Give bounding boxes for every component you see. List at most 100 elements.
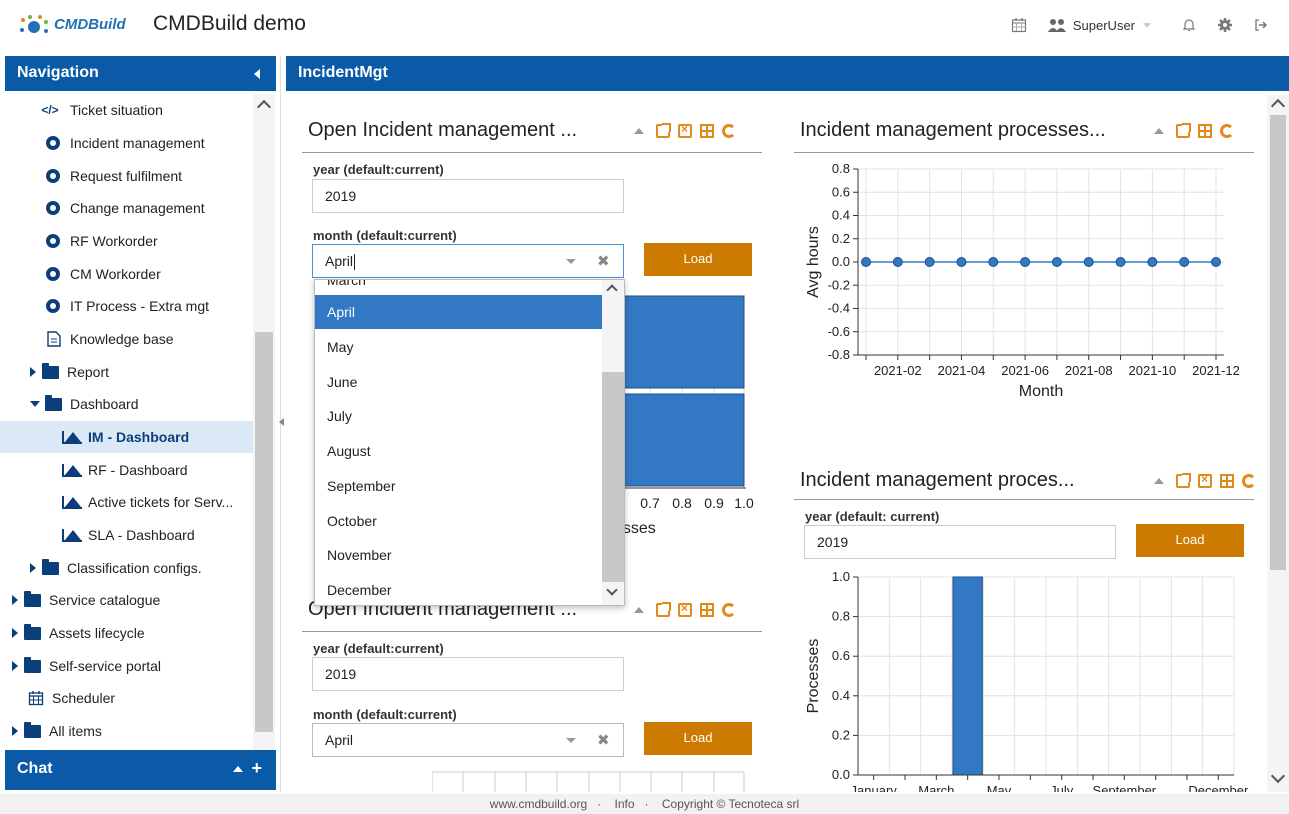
dashboard-scrollbar[interactable] <box>1267 95 1289 792</box>
open-external-icon[interactable] <box>656 602 671 617</box>
nav-item-cm-workorder[interactable]: CM Workorder <box>46 258 161 290</box>
table-view-icon[interactable] <box>700 124 714 138</box>
collapse-left-icon[interactable] <box>254 69 260 79</box>
dropdown-option[interactable]: October <box>315 504 602 538</box>
footer-info-link[interactable]: Info <box>615 797 635 811</box>
nav-item-all-items[interactable]: All items <box>12 715 102 747</box>
cmdbuild-logo[interactable]: CMDBuild <box>18 12 134 38</box>
collapse-panel-icon[interactable] <box>1154 128 1164 134</box>
expand-icon[interactable] <box>12 595 18 605</box>
scrollbar-thumb[interactable] <box>602 372 624 582</box>
dropdown-scrollbar[interactable] <box>602 280 624 605</box>
bell-icon[interactable] <box>1181 17 1197 33</box>
nav-item-classification-configs[interactable]: Classification configs. <box>30 552 202 584</box>
open-external-icon[interactable] <box>656 123 671 138</box>
folder-icon <box>24 656 41 673</box>
refresh-icon[interactable] <box>722 124 736 138</box>
table-view-icon[interactable] <box>1220 474 1234 488</box>
clear-icon[interactable]: ✖ <box>597 731 610 749</box>
month-select[interactable]: April ✖ <box>312 244 624 278</box>
nav-item-rf-dashboard[interactable]: RF - Dashboard <box>62 454 188 486</box>
calendar-icon[interactable] <box>1011 17 1027 33</box>
load-button[interactable]: Load <box>644 243 752 276</box>
scrollbar-thumb[interactable] <box>255 332 273 732</box>
expand-icon[interactable] <box>12 661 18 671</box>
nav-item-request-fulfilment[interactable]: Request fulfilment <box>46 160 182 192</box>
expand-icon[interactable] <box>30 563 36 573</box>
collapse-icon[interactable] <box>30 401 40 407</box>
dropdown-option[interactable]: June <box>315 365 602 399</box>
load-button[interactable]: Load <box>644 722 752 755</box>
gear-icon[interactable] <box>1217 17 1233 33</box>
dashboard-title: IncidentMgt <box>298 64 388 81</box>
data-point <box>1147 257 1158 267</box>
refresh-icon[interactable] <box>1242 474 1256 488</box>
nav-item-sla-dashboard[interactable]: SLA - Dashboard <box>62 519 195 551</box>
gear-icon <box>46 169 60 183</box>
footer-site-link[interactable]: www.cmdbuild.org <box>490 797 587 811</box>
splitter-collapse-icon[interactable] <box>279 418 284 426</box>
year-input[interactable]: 2019 <box>312 657 624 691</box>
open-external-icon[interactable] <box>1176 473 1191 488</box>
nav-item-change-management[interactable]: Change management <box>46 192 205 224</box>
expand-icon[interactable] <box>12 628 18 638</box>
x-tick-label: 1.0 <box>734 495 754 511</box>
table-view-icon[interactable] <box>700 603 714 617</box>
dropdown-option[interactable]: November <box>315 538 602 572</box>
collapse-panel-icon[interactable] <box>634 128 644 134</box>
nav-item-dashboard[interactable]: Dashboard <box>30 388 139 420</box>
expand-icon[interactable] <box>12 726 18 736</box>
nav-item-it-process-extra-mgt[interactable]: IT Process - Extra mgt <box>46 290 209 322</box>
chat-panel-header[interactable]: Chat + <box>5 750 276 790</box>
y-tick-label: 0.0 <box>832 767 850 782</box>
nav-item-active-tickets[interactable]: Active tickets for Serv... <box>62 486 233 518</box>
chevron-up-icon[interactable] <box>606 284 618 296</box>
scrollbar-thumb[interactable] <box>1270 115 1286 570</box>
chevron-down-icon[interactable] <box>606 584 618 596</box>
collapse-panel-icon[interactable] <box>1154 478 1164 484</box>
refresh-icon[interactable] <box>1220 124 1234 138</box>
table-view-icon[interactable] <box>1198 124 1212 138</box>
logout-icon[interactable] <box>1253 17 1269 33</box>
logo-text: CMDBuild <box>54 16 126 33</box>
export-excel-icon[interactable] <box>1198 472 1212 488</box>
dropdown-option[interactable]: May <box>315 330 602 364</box>
export-excel-icon[interactable] <box>678 601 692 617</box>
collapse-panel-icon[interactable] <box>634 607 644 613</box>
nav-item-assets-lifecycle[interactable]: Assets lifecycle <box>12 617 145 649</box>
dropdown-option[interactable]: September <box>315 469 602 503</box>
month-dropdown-list[interactable]: March April May June July August Septemb… <box>314 279 625 606</box>
nav-item-self-service-portal[interactable]: Self-service portal <box>12 650 161 682</box>
expand-icon[interactable] <box>30 367 36 377</box>
year-input[interactable]: 2019 <box>804 525 1116 559</box>
load-button[interactable]: Load <box>1136 524 1244 557</box>
chevron-down-icon[interactable] <box>1270 768 1286 784</box>
navigation-scrollbar[interactable] <box>253 94 275 784</box>
user-menu[interactable]: SuperUser <box>1047 17 1151 33</box>
nav-item-report[interactable]: Report <box>30 356 109 388</box>
open-external-icon[interactable] <box>1176 123 1191 138</box>
month-select[interactable]: April ✖ <box>312 723 624 757</box>
nav-item-im-dashboard[interactable]: IM - Dashboard <box>0 421 253 453</box>
dropdown-option-selected[interactable]: April <box>315 295 602 329</box>
dropdown-option[interactable]: July <box>315 399 602 433</box>
chevron-down-icon[interactable] <box>566 738 576 743</box>
chevron-up-icon[interactable] <box>1270 98 1286 114</box>
add-icon[interactable]: + <box>251 758 262 778</box>
chevron-up-icon[interactable] <box>256 99 272 115</box>
nav-item-service-catalogue[interactable]: Service catalogue <box>12 584 160 616</box>
chevron-down-icon[interactable] <box>566 259 576 264</box>
year-input[interactable]: 2019 <box>312 179 624 213</box>
nav-item-scheduler[interactable]: Scheduler <box>28 682 115 714</box>
dropdown-option[interactable]: August <box>315 434 602 468</box>
expand-up-icon[interactable] <box>233 766 244 773</box>
x-tick-label: December <box>1188 783 1249 792</box>
clear-icon[interactable]: ✖ <box>597 252 610 270</box>
refresh-icon[interactable] <box>722 603 736 617</box>
nav-item-ticket-situation[interactable]: </> Ticket situation <box>38 94 163 126</box>
export-excel-icon[interactable] <box>678 122 692 138</box>
nav-item-rf-workorder[interactable]: RF Workorder <box>46 225 158 257</box>
nav-item-incident-management[interactable]: Incident management <box>46 127 205 159</box>
dropdown-option[interactable]: December <box>315 573 602 605</box>
nav-item-knowledge-base[interactable]: Knowledge base <box>46 323 174 355</box>
